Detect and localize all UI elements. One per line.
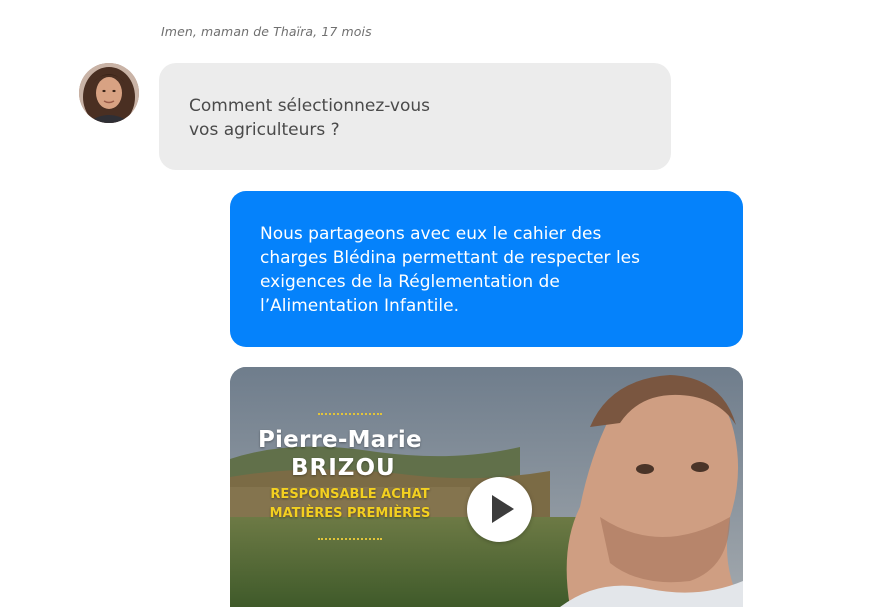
speaker-first-name: Pierre-Marie: [258, 427, 422, 453]
answer-text: Nous partageons avec eux le cahier des c…: [260, 222, 715, 318]
question-line: Comment sélectionnez-vous: [189, 96, 431, 116]
play-icon[interactable]: [467, 477, 532, 542]
avatar-photo-icon: [79, 63, 139, 123]
question-text: Comment sélectionnez-vous vos agriculteu…: [189, 94, 489, 142]
speaker-role: RESPONSABLE ACHAT MATIÈRES PREMIÈRES: [255, 485, 445, 523]
question-bubble: Comment sélectionnez-vous vos agriculteu…: [159, 63, 671, 170]
answer-line: l’Alimentation Infantile.: [260, 296, 459, 316]
answer-line: Nous partageons avec eux le cahier des: [260, 224, 602, 244]
speaker-role-line: MATIÈRES PREMIÈRES: [269, 506, 431, 521]
answer-bubble: Nous partageons avec eux le cahier des c…: [230, 191, 743, 347]
question-line: vos agriculteurs ?: [189, 120, 340, 140]
decorative-dotted-line: [318, 538, 382, 540]
answer-line: charges Blédina permettant de respecter …: [260, 248, 640, 268]
speaker-last-name: BRIZOU: [291, 455, 396, 481]
author-caption: Imen, maman de Thaïra, 17 mois: [161, 24, 372, 39]
speaker-role-line: RESPONSABLE ACHAT: [270, 487, 430, 502]
video-thumbnail[interactable]: Pierre-Marie BRIZOU RESPONSABLE ACHAT MA…: [230, 367, 743, 607]
avatar: [79, 63, 139, 123]
answer-line: exigences de la Réglementation de: [260, 272, 560, 292]
decorative-dotted-line: [318, 413, 382, 415]
